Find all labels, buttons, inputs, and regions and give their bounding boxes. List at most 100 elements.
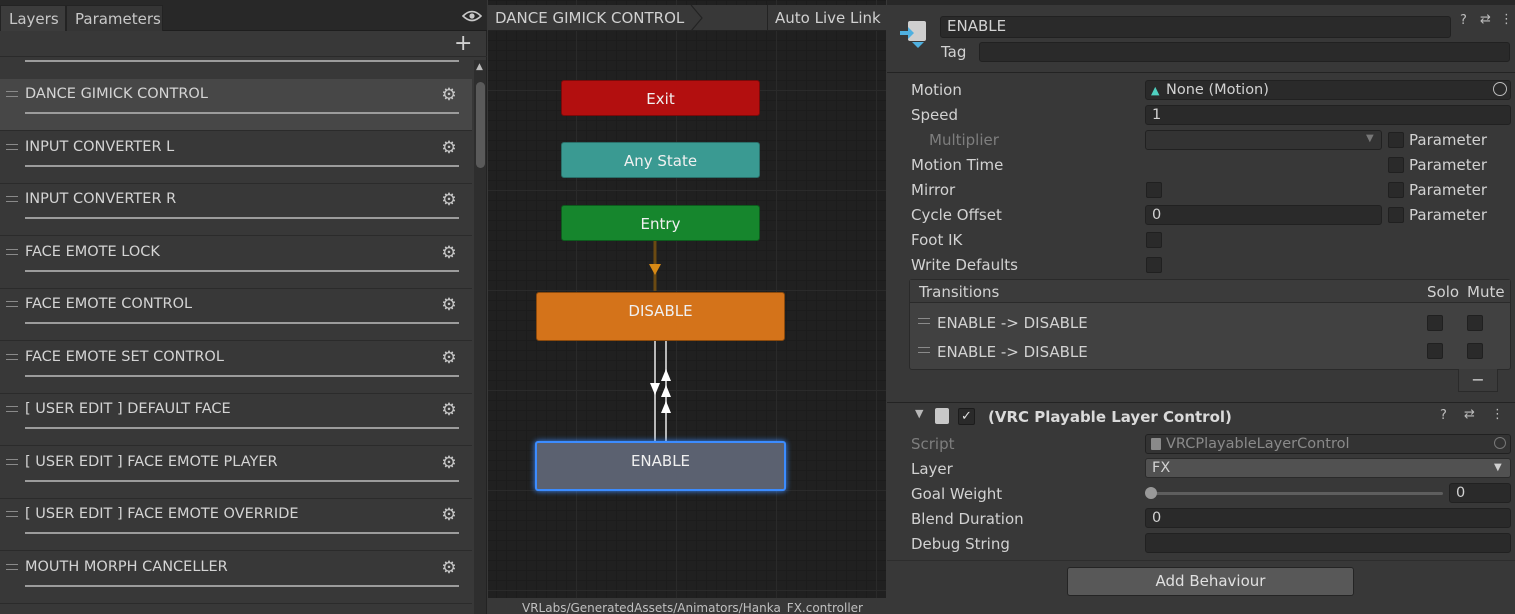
chevron-down-icon: ▼: [1366, 133, 1374, 144]
layer-name: [ USER EDIT ] FACE EMOTE OVERRIDE: [25, 506, 299, 522]
drag-handle-icon[interactable]: [6, 511, 18, 517]
remove-transition-button[interactable]: −: [1458, 369, 1498, 392]
layer-name: INPUT CONVERTER R: [25, 191, 177, 207]
solo-header: Solo: [1427, 283, 1460, 301]
multiplier-parameter-checkbox[interactable]: [1388, 132, 1404, 148]
gear-icon[interactable]: ⚙: [440, 296, 458, 314]
blend-duration-label: Blend Duration: [911, 510, 1024, 528]
drag-handle-icon[interactable]: [918, 318, 930, 324]
divider: [887, 560, 1515, 561]
presets-icon[interactable]: ⇄: [1480, 12, 1491, 27]
write-defaults-checkbox[interactable]: [1146, 257, 1162, 273]
state-entry[interactable]: Entry: [561, 205, 760, 241]
drag-handle-icon[interactable]: [918, 347, 930, 353]
drag-handle-icon[interactable]: [6, 301, 18, 307]
breadcrumb[interactable]: DANCE GIMICK CONTROL: [495, 5, 684, 31]
multiplier-dropdown[interactable]: [1145, 130, 1382, 150]
more-icon[interactable]: ⋮: [1500, 12, 1513, 27]
transition-item[interactable]: ENABLE -> DISABLE: [937, 314, 1088, 332]
cycle-offset-input[interactable]: 0: [1145, 205, 1382, 225]
layer-row[interactable]: DANCE GIMICK CONTROL ⚙: [0, 79, 472, 131]
more-icon[interactable]: ⋮: [1491, 407, 1504, 422]
goal-weight-slider-thumb[interactable]: [1145, 487, 1157, 499]
layers-scroll-thumb[interactable]: [476, 82, 485, 168]
gear-icon[interactable]: ⚙: [440, 559, 458, 577]
gear-icon[interactable]: ⚙: [440, 139, 458, 157]
drag-handle-icon[interactable]: [6, 249, 18, 255]
tab-parameters[interactable]: Parameters: [66, 5, 163, 31]
state-icon: [898, 18, 930, 50]
divider: [887, 72, 1515, 73]
gear-icon[interactable]: ⚙: [440, 349, 458, 367]
goal-weight-slider-track[interactable]: [1151, 492, 1443, 495]
motion-field[interactable]: None (Motion): [1145, 80, 1511, 100]
eye-icon[interactable]: [461, 10, 483, 22]
foot-ik-label: Foot IK: [911, 231, 963, 249]
presets-icon[interactable]: ⇄: [1464, 407, 1475, 422]
drag-handle-icon[interactable]: [6, 144, 18, 150]
layer-row[interactable]: [ USER EDIT ] FACE EMOTE PLAYER ⚙: [0, 447, 472, 499]
cycle-offset-parameter-checkbox[interactable]: [1388, 207, 1404, 223]
layer-row[interactable]: FACE EMOTE CONTROL ⚙: [0, 289, 472, 341]
state-disable[interactable]: DISABLE: [536, 292, 785, 341]
tag-input[interactable]: [979, 42, 1510, 62]
debug-string-input[interactable]: [1145, 533, 1511, 553]
gear-icon[interactable]: ⚙: [440, 401, 458, 419]
layer-row[interactable]: INPUT CONVERTER R ⚙: [0, 184, 472, 236]
motion-time-parameter-checkbox[interactable]: [1388, 157, 1404, 173]
layer-weight-bar: [25, 270, 459, 272]
mirror-checkbox[interactable]: [1146, 182, 1162, 198]
layer-weight-bar: [25, 217, 459, 219]
transition-solo-checkbox[interactable]: [1427, 343, 1443, 359]
layer-row[interactable]: [ USER EDIT ] FACE EMOTE OVERRIDE ⚙: [0, 499, 472, 551]
layer-row[interactable]: FACE EMOTE SET CONTROL ⚙: [0, 342, 472, 394]
mirror-parameter-checkbox[interactable]: [1388, 182, 1404, 198]
add-behaviour-button[interactable]: Add Behaviour: [1067, 567, 1354, 596]
gear-icon[interactable]: ⚙: [440, 454, 458, 472]
state-exit[interactable]: Exit: [561, 80, 760, 116]
gear-icon[interactable]: ⚙: [440, 506, 458, 524]
layer-row[interactable]: MOUTH MORPH CANCELLER ⚙: [0, 552, 472, 604]
transition-item[interactable]: ENABLE -> DISABLE: [937, 343, 1088, 361]
transition-mute-checkbox[interactable]: [1467, 343, 1483, 359]
debug-string-label: Debug String: [911, 535, 1010, 553]
foot-ik-checkbox[interactable]: [1146, 232, 1162, 248]
speed-input[interactable]: 1: [1145, 105, 1511, 125]
layer-weight-bar: [25, 322, 459, 324]
help-icon[interactable]: ?: [1460, 13, 1467, 28]
parameter-label: Parameter: [1409, 181, 1488, 199]
state-any-state[interactable]: Any State: [561, 142, 760, 178]
layer-row[interactable]: FACE EMOTE LOCK ⚙: [0, 237, 472, 289]
auto-live-link-button[interactable]: Auto Live Link: [767, 5, 885, 31]
drag-handle-icon[interactable]: [6, 91, 18, 97]
behaviour-enabled-checkbox[interactable]: ✓: [958, 408, 975, 425]
drag-handle-icon[interactable]: [6, 459, 18, 465]
gear-icon[interactable]: ⚙: [440, 191, 458, 209]
transition-solo-checkbox[interactable]: [1427, 315, 1443, 331]
layer-name: [ USER EDIT ] FACE EMOTE PLAYER: [25, 454, 278, 470]
state-enable[interactable]: ENABLE: [535, 441, 786, 491]
scroll-up-icon[interactable]: ▲: [476, 62, 483, 72]
drag-handle-icon[interactable]: [6, 354, 18, 360]
chevron-down-icon: ▼: [1494, 462, 1502, 473]
tab-layers[interactable]: Layers: [0, 5, 66, 31]
layer-row[interactable]: [ USER EDIT ] DEFAULT FACE ⚙: [0, 394, 472, 446]
state-name-input[interactable]: ENABLE: [940, 16, 1451, 38]
write-defaults-label: Write Defaults: [911, 256, 1018, 274]
gear-icon[interactable]: ⚙: [440, 86, 458, 104]
behaviour-title: (VRC Playable Layer Control): [988, 408, 1232, 426]
add-layer-button[interactable]: +: [454, 32, 472, 56]
layer-row[interactable]: INPUT CONVERTER L ⚙: [0, 132, 472, 184]
object-picker-icon[interactable]: [1493, 82, 1507, 96]
transition-mute-checkbox[interactable]: [1467, 315, 1483, 331]
gear-icon[interactable]: ⚙: [440, 244, 458, 262]
drag-handle-icon[interactable]: [6, 406, 18, 412]
drag-handle-icon[interactable]: [6, 196, 18, 202]
drag-handle-icon[interactable]: [6, 564, 18, 570]
foldout-arrow-icon[interactable]: ▼: [915, 407, 923, 420]
blend-duration-input[interactable]: 0: [1145, 508, 1511, 528]
layer-dropdown[interactable]: FX: [1145, 458, 1511, 478]
layer-name: DANCE GIMICK CONTROL: [25, 86, 208, 102]
goal-weight-input[interactable]: 0: [1449, 483, 1511, 503]
help-icon[interactable]: ?: [1440, 408, 1447, 423]
